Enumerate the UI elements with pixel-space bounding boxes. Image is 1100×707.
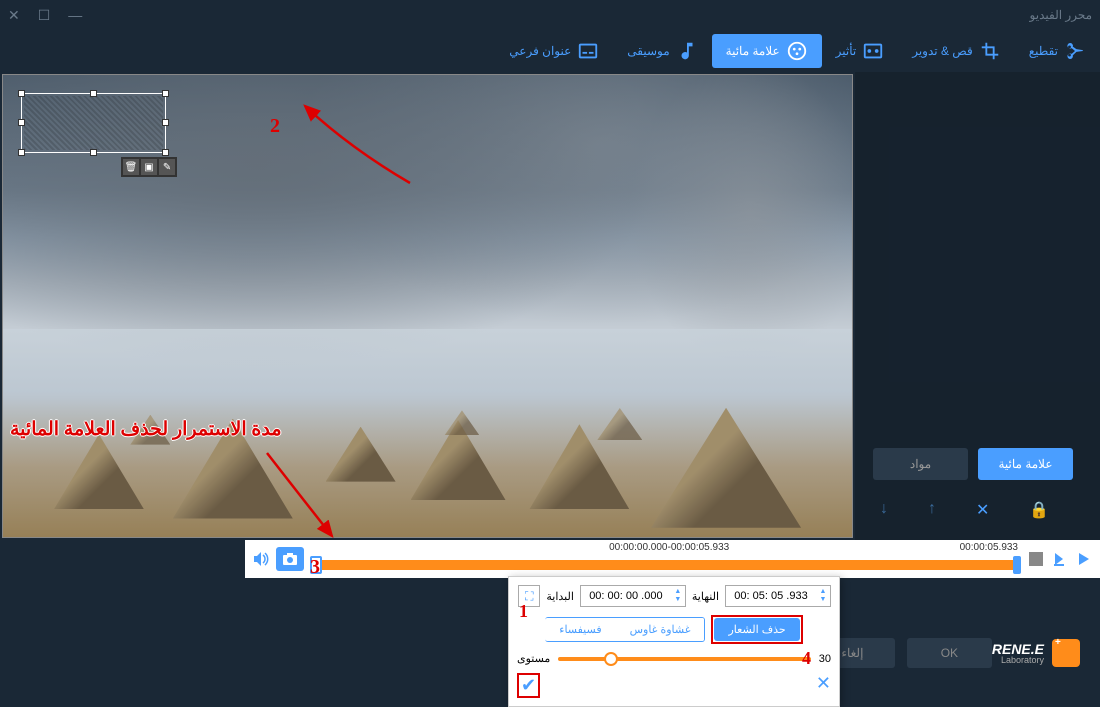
timeline: 00:00:00.000-00:00:05.933 00:00:05.933 [245,540,1100,578]
tool-subtitle[interactable]: عنوان فرعي [495,34,613,68]
logo-badge-icon [1052,639,1080,667]
start-time-input[interactable]: ▲▼ [580,585,686,607]
level-label: مستوى [517,652,550,665]
maximize-button[interactable]: ☐ [38,7,51,24]
minimize-button[interactable]: — [68,7,82,24]
level-slider[interactable] [558,657,810,661]
main-toolbar: تقطيع قص & تدوير تأثير علامة مائية موسيق… [0,30,1100,72]
mosaic-button[interactable]: فسيفساء [545,618,615,641]
resize-handle[interactable] [18,119,25,126]
titlebar: محرر الفيديو — ☐ ✕ [0,0,1100,30]
tool-watermark[interactable]: علامة مائية [712,34,822,68]
sidebar: علامة مائية مواد 🔒 ✕ ↑ ↓ [855,72,1100,540]
tool-crop[interactable]: قص & تدوير [898,34,1015,68]
lock-icon[interactable]: 🔒 [1029,500,1049,520]
annotation-marker-3: 3 [310,556,320,579]
music-icon [676,40,698,62]
resize-handle[interactable] [90,90,97,97]
end-time-input[interactable]: ▲▼ [725,585,831,607]
window-title: محرر الفيديو [82,8,1092,22]
annotation-marker-2: 2 [270,115,280,138]
annotation-arrow-2 [290,98,420,188]
annotation-duration-text: مدة الاستمرار لحذف العلامة المائية [10,418,282,441]
delete-icon[interactable]: ✕ [976,500,989,520]
end-label: النهاية [692,590,719,603]
volume-button[interactable] [251,549,271,569]
window-controls: — ☐ ✕ [8,7,82,24]
crop-icon [979,40,1001,62]
start-label: البداية [546,590,574,603]
panel-cancel-button[interactable]: ✕ [816,673,831,698]
effect-icon [862,40,884,62]
resize-handle[interactable] [90,149,97,156]
snapshot-button[interactable] [276,547,304,571]
sidebar-watermark-button[interactable]: علامة مائية [978,448,1073,480]
annotation-marker-4: 4 [802,648,811,669]
panel-confirm-button[interactable]: ✔ [521,675,536,695]
timeline-range-label: 00:00:00.000-00:00:05.933 [609,542,729,553]
edit-icon[interactable]: ✎ [159,159,175,175]
ok-button[interactable]: OK [907,638,992,668]
down-icon[interactable]: ↓ [880,500,888,520]
sidebar-material-button[interactable]: مواد [873,448,968,480]
remove-logo-button[interactable]: حذف الشعار [714,618,799,641]
resize-handle[interactable] [162,119,169,126]
subtitle-icon [577,40,599,62]
resize-handle[interactable] [18,149,25,156]
brand-logo: RENE.E Laboratory [992,639,1080,667]
resize-handle[interactable] [162,90,169,97]
watermark-mode-segment: حذف الشعار [714,618,799,641]
play-button[interactable] [1074,549,1094,569]
image-icon[interactable]: ▣ [141,159,157,175]
scissors-icon [1064,40,1086,62]
tool-effect[interactable]: تأثير [822,34,899,68]
stop-button[interactable] [1026,549,1046,569]
timeline-end-handle[interactable] [1013,556,1021,574]
up-icon[interactable]: ↑ [928,500,936,520]
step-button[interactable] [1050,549,1070,569]
level-value: 30 [819,653,831,665]
tool-music[interactable]: موسيقى [613,34,711,68]
watermark-icon [786,40,808,62]
resize-handle[interactable] [18,90,25,97]
watermark-selection-box[interactable] [21,93,166,153]
annotation-arrow-3 [262,448,342,543]
watermark-mini-toolbar: ✎ ▣ 🗑 [121,157,177,177]
annotation-marker-1: 1 [519,601,528,622]
resize-handle[interactable] [162,149,169,156]
trash-icon[interactable]: 🗑 [123,159,139,175]
gaussian-button[interactable]: غشاوة غاوس [616,618,705,641]
video-preview: ✎ ▣ 🗑 [0,72,855,540]
video-canvas[interactable]: ✎ ▣ 🗑 [2,74,853,538]
timeline-end-label: 00:00:05.933 [960,542,1018,553]
close-button[interactable]: ✕ [8,7,20,24]
tool-cut[interactable]: تقطيع [1015,34,1100,68]
timeline-track[interactable]: 00:00:00.000-00:00:05.933 00:00:05.933 [313,542,1018,576]
watermark-settings-panel: ▲▼ النهاية ▲▼ البداية ⛶ حذف الشعار غشاوة… [508,576,840,707]
